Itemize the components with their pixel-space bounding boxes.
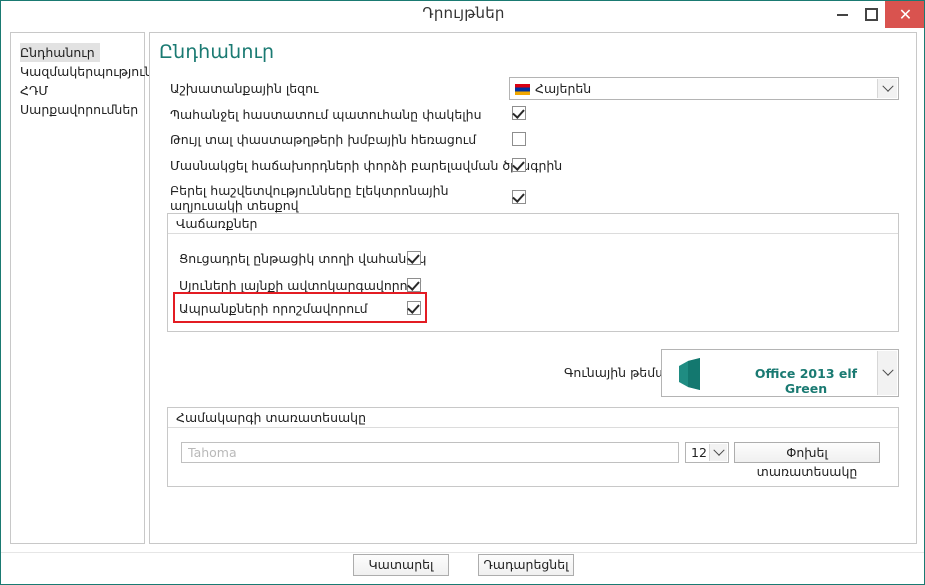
option-label-confirm-close: Պահանջել հաստատում պատուհանը փակելիս — [170, 107, 482, 122]
font-size-chevron-down-icon[interactable] — [709, 444, 727, 461]
change-font-button[interactable]: Փոխել տառատեսակը — [734, 442, 880, 479]
checkbox-auto-column-width[interactable] — [407, 278, 421, 292]
checkbox-reports-spreadsheet[interactable] — [512, 190, 526, 204]
checkbox-confirm-close[interactable] — [512, 106, 526, 120]
option-label-reports-spreadsheet: Բերել հաշվետվությունները էլեկտրոնային աղ… — [170, 183, 449, 213]
font-size-value: 12 — [691, 445, 707, 460]
settings-sidebar: Ընդհանուր Կազմակերպություն ՀԴՄ Սարքավորո… — [10, 32, 153, 544]
checkbox-show-current-row-panel[interactable] — [407, 251, 421, 265]
maximize-icon — [864, 8, 878, 21]
theme-combobox[interactable]: Office 2013 elf Green — [661, 349, 899, 397]
sidebar-item-general[interactable]: Ընդհանուր — [20, 43, 100, 62]
apply-button[interactable]: Կատարել — [353, 554, 449, 576]
sidebar-item-devices[interactable]: Սարքավորումներ — [11, 100, 144, 119]
checkbox-batch-delete[interactable] — [512, 132, 526, 146]
option-label-goods-marking: Ապրանքների որոշմավորում — [179, 301, 368, 316]
settings-dialog-window: Դրույթներ ✕ Ընդհանուր Կազմակերպություն Հ… — [0, 0, 925, 585]
page-title: Ընդհանուր — [159, 41, 275, 63]
sales-group-caption: Վաճառքներ — [168, 214, 898, 234]
option-label-show-current-row-panel: Ցուցադրել ընթացիկ տողի վահանակ — [179, 251, 427, 266]
maximize-button[interactable] — [857, 1, 885, 28]
title-bar: Դրույթներ ✕ — [1, 1, 924, 29]
theme-chevron-down-icon[interactable] — [877, 351, 897, 395]
font-name-input[interactable] — [181, 442, 679, 463]
checkbox-goods-marking[interactable] — [407, 301, 421, 315]
chevron-down-icon[interactable] — [877, 79, 897, 98]
window-title: Դրույթներ — [422, 4, 505, 22]
minimize-icon — [836, 13, 848, 16]
theme-value: Office 2013 elf Green — [754, 366, 858, 396]
minimize-button[interactable] — [827, 1, 857, 28]
font-size-combobox[interactable]: 12 — [685, 442, 729, 463]
dialog-footer — [1, 552, 924, 584]
sidebar-item-organization[interactable]: Կազմակերպություն — [11, 62, 153, 81]
language-combobox[interactable]: Հայերեն — [509, 77, 899, 100]
language-value: Հայերեն — [535, 81, 592, 96]
option-label-batch-delete: Թույլ տալ փաստաթղթերի խմբային հեռացում — [170, 132, 477, 147]
close-icon: ✕ — [898, 4, 913, 24]
theme-label: Գունային թեմա — [564, 365, 668, 380]
option-label-auto-column-width: Սյուների լայնքի ավտոկարգավորում — [179, 278, 421, 293]
system-font-group-caption: Համակարգի տառատեսակը — [168, 408, 898, 428]
cancel-button[interactable]: Դադարեցնել — [478, 554, 574, 576]
sidebar-item-hdm[interactable]: ՀԴՄ — [11, 81, 144, 100]
checkbox-experience-program[interactable] — [512, 158, 526, 172]
armenia-flag-icon — [515, 84, 530, 95]
close-button[interactable]: ✕ — [885, 1, 924, 28]
option-label-experience-program: Մասնակցել հաճախորդների փորձի բարելավման … — [170, 158, 563, 173]
language-label: Աշխատանքային լեզու — [170, 81, 319, 96]
office-logo-icon — [679, 358, 700, 390]
